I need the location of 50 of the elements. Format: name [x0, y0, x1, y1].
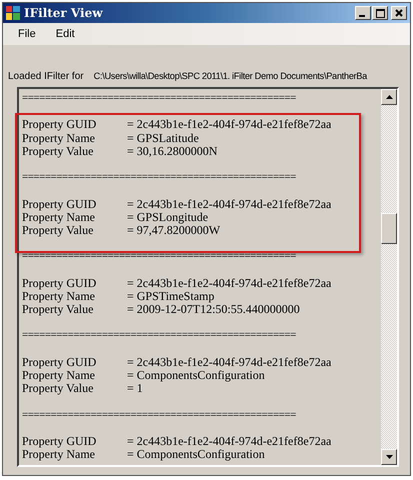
loaded-label: Loaded IFilter for	[8, 71, 84, 82]
up-arrow-icon	[386, 95, 392, 99]
down-arrow-icon	[386, 455, 392, 459]
property-value: = 30,16.2800000N	[127, 144, 218, 158]
scroll-down-button[interactable]	[381, 449, 397, 465]
property-value: = 2c443b1e-f1e2-404f-974d-e21fef8e72aa	[127, 356, 332, 369]
property-label: Property Name	[22, 210, 96, 224]
property-value: = 2c443b1e-f1e2-404f-974d-e21fef8e72aa	[127, 198, 332, 211]
file-path: C:\Users\willa\Desktop\SPC 2011\1. iFilter Demo Documents\PantherBa	[94, 71, 367, 82]
maximize-icon	[376, 8, 384, 18]
window-title: IFilter View	[24, 6, 103, 20]
menu-item[interactable]: Edit	[56, 28, 75, 40]
property-value: = 1	[127, 382, 143, 396]
minimize-button[interactable]	[355, 6, 371, 20]
property-value: = GPSLatitude	[127, 132, 199, 145]
property-label: Property Name	[22, 448, 96, 462]
property-label: Property GUID	[22, 276, 98, 290]
separator-line: ================================================	[22, 329, 296, 343]
property-label: Property Name	[22, 368, 96, 382]
property-label: Property GUID	[22, 356, 98, 369]
property-label: Property Name	[22, 132, 96, 145]
property-value: = 2c443b1e-f1e2-404f-974d-e21fef8e72aa	[127, 276, 332, 290]
close-button[interactable]	[391, 6, 407, 20]
property-label: Property GUID	[22, 198, 98, 211]
property-value: = 2c443b1e-f1e2-404f-974d-e21fef8e72aa	[127, 118, 332, 132]
scroll-up-button[interactable]	[381, 89, 397, 105]
property-value: = 2009-12-07T12:50:55.440000000	[127, 303, 300, 316]
property-label: Property Value	[22, 303, 94, 316]
property-label: Property Value	[22, 144, 94, 158]
property-value: = ComponentsConfiguration	[127, 368, 265, 382]
close-icon	[395, 9, 403, 17]
property-label: Property Value	[22, 224, 94, 238]
property-value: = ComponentsConfiguration	[127, 448, 265, 462]
property-value: = 2c443b1e-f1e2-404f-974d-e21fef8e72aa	[127, 434, 332, 448]
property-value: = GPSTimeStamp	[127, 290, 214, 303]
property-label: Property GUID	[22, 434, 98, 448]
output-textbox[interactable]	[17, 87, 399, 467]
separator-line: ================================================	[22, 171, 296, 184]
separator-line: ================================================	[22, 250, 296, 264]
separator-line: ================================================	[22, 92, 296, 106]
app-icon	[6, 6, 20, 20]
property-label: Property GUID	[22, 118, 98, 132]
property-value: = GPSLongitude	[127, 210, 208, 224]
scroll-thumb[interactable]	[381, 213, 397, 244]
menu-item[interactable]: File	[18, 28, 36, 40]
maximize-button[interactable]	[372, 6, 388, 20]
property-label: Property Name	[22, 290, 96, 303]
separator-line: ================================================	[22, 408, 296, 422]
property-label: Property Value	[22, 382, 94, 396]
property-value: = 97,47.8200000W	[127, 224, 220, 238]
